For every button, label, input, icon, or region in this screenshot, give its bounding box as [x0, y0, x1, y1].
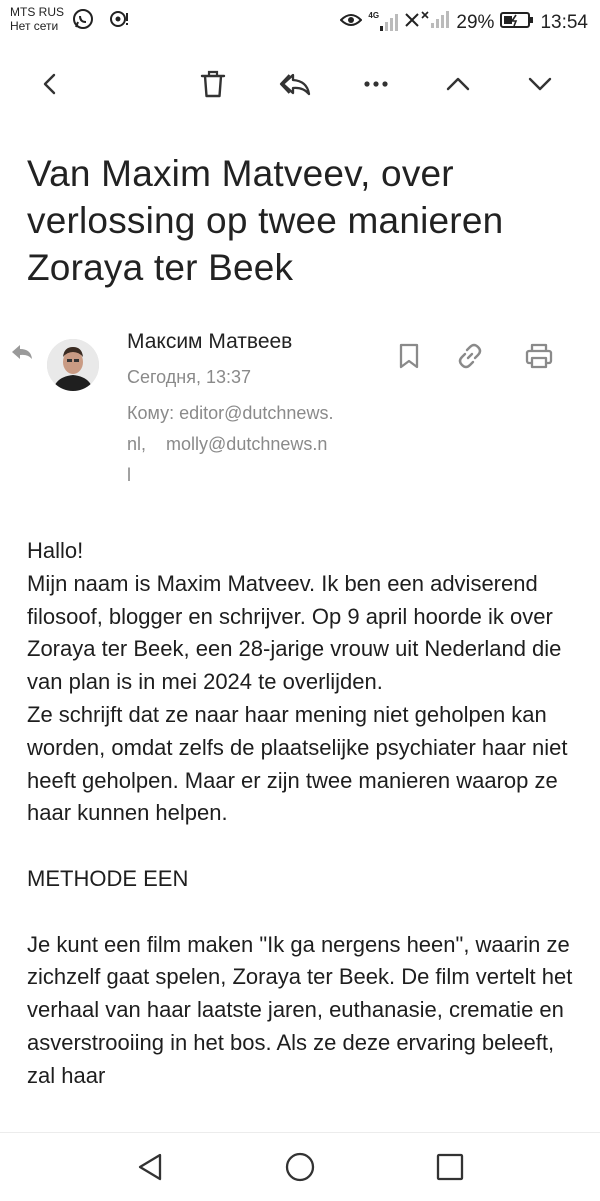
print-button[interactable] — [521, 338, 557, 374]
status-right: 4G 29% 13:54 — [340, 10, 588, 36]
recipient-1[interactable]: editor@dutchnews. — [179, 403, 333, 423]
message-subject: Van Maxim Matveev, over verlossing op tw… — [27, 153, 504, 288]
nav-home-button[interactable] — [282, 1149, 318, 1185]
section-heading: METHODE EEN — [27, 865, 189, 891]
greeting: Hallo! — [27, 538, 84, 563]
carrier-status: Нет сети — [10, 19, 59, 33]
battery-icon — [500, 11, 534, 35]
body-paragraph: Mijn naam is Maxim Matveev. Ik ben een a… — [27, 570, 562, 695]
nav-back-button[interactable] — [132, 1149, 168, 1185]
more-button[interactable] — [356, 64, 396, 104]
back-button[interactable] — [30, 64, 70, 104]
previous-icon — [446, 77, 470, 91]
delete-button[interactable] — [193, 64, 233, 104]
next-message-button[interactable] — [520, 64, 560, 104]
mail-toolbar — [0, 54, 600, 114]
trash-icon — [200, 70, 226, 98]
no-signal-icon — [404, 10, 450, 36]
bookmark-button[interactable] — [391, 338, 427, 374]
bookmark-icon — [399, 343, 419, 369]
message-date: Сегодня, 13:37 — [127, 367, 252, 387]
signal-icon: 4G — [368, 11, 399, 33]
more-icon — [364, 81, 388, 87]
link-icon — [458, 343, 482, 369]
carrier-info: MTS RUS Нет сети — [10, 5, 64, 33]
recipients-line-2: nl, molly@dutchnews.n — [127, 429, 387, 460]
reply-all-button[interactable] — [275, 64, 315, 104]
to-label: Кому: — [127, 403, 175, 423]
body-paragraph: Je kunt een film maken "Ik ga nergens he… — [27, 931, 573, 1088]
back-icon — [43, 73, 56, 95]
nav-recents-button[interactable] — [432, 1149, 468, 1185]
sync-alert-icon — [108, 8, 130, 30]
reply-all-icon — [279, 73, 311, 96]
clock: 13:54 — [540, 12, 588, 33]
sender-name[interactable]: Максим Матвеев — [127, 330, 292, 354]
recipient-2[interactable]: molly@dutchnews.n — [166, 434, 327, 454]
copy-link-button[interactable] — [452, 338, 488, 374]
system-nav-bar — [0, 1132, 600, 1201]
nav-recents-icon — [436, 1153, 464, 1181]
recipients-line-1: Кому: editor@dutchnews. — [127, 398, 387, 429]
recipients-line-3[interactable]: l — [127, 460, 387, 491]
message-body: Hallo! Mijn naam is Maxim Matveev. Ik be… — [27, 535, 583, 1129]
status-bar: MTS RUS Нет сети 4G 29% 13:54 — [0, 0, 600, 44]
next-icon — [528, 77, 552, 91]
recipient-1-end[interactable]: nl, — [127, 434, 146, 454]
avatar[interactable] — [47, 339, 99, 391]
nav-back-icon — [138, 1153, 162, 1181]
battery-percent: 29% — [456, 12, 495, 33]
print-icon — [525, 343, 553, 369]
eye-icon — [340, 12, 363, 34]
recipients[interactable]: Кому: editor@dutchnews. nl, molly@dutchn… — [127, 398, 387, 491]
whatsapp-icon — [72, 8, 94, 30]
previous-message-button[interactable] — [438, 64, 478, 104]
carrier-name: MTS RUS — [10, 5, 64, 19]
replied-icon — [10, 343, 34, 366]
body-paragraph: Ze schrijft dat ze naar haar mening niet… — [27, 701, 568, 826]
nav-home-icon — [285, 1152, 315, 1182]
